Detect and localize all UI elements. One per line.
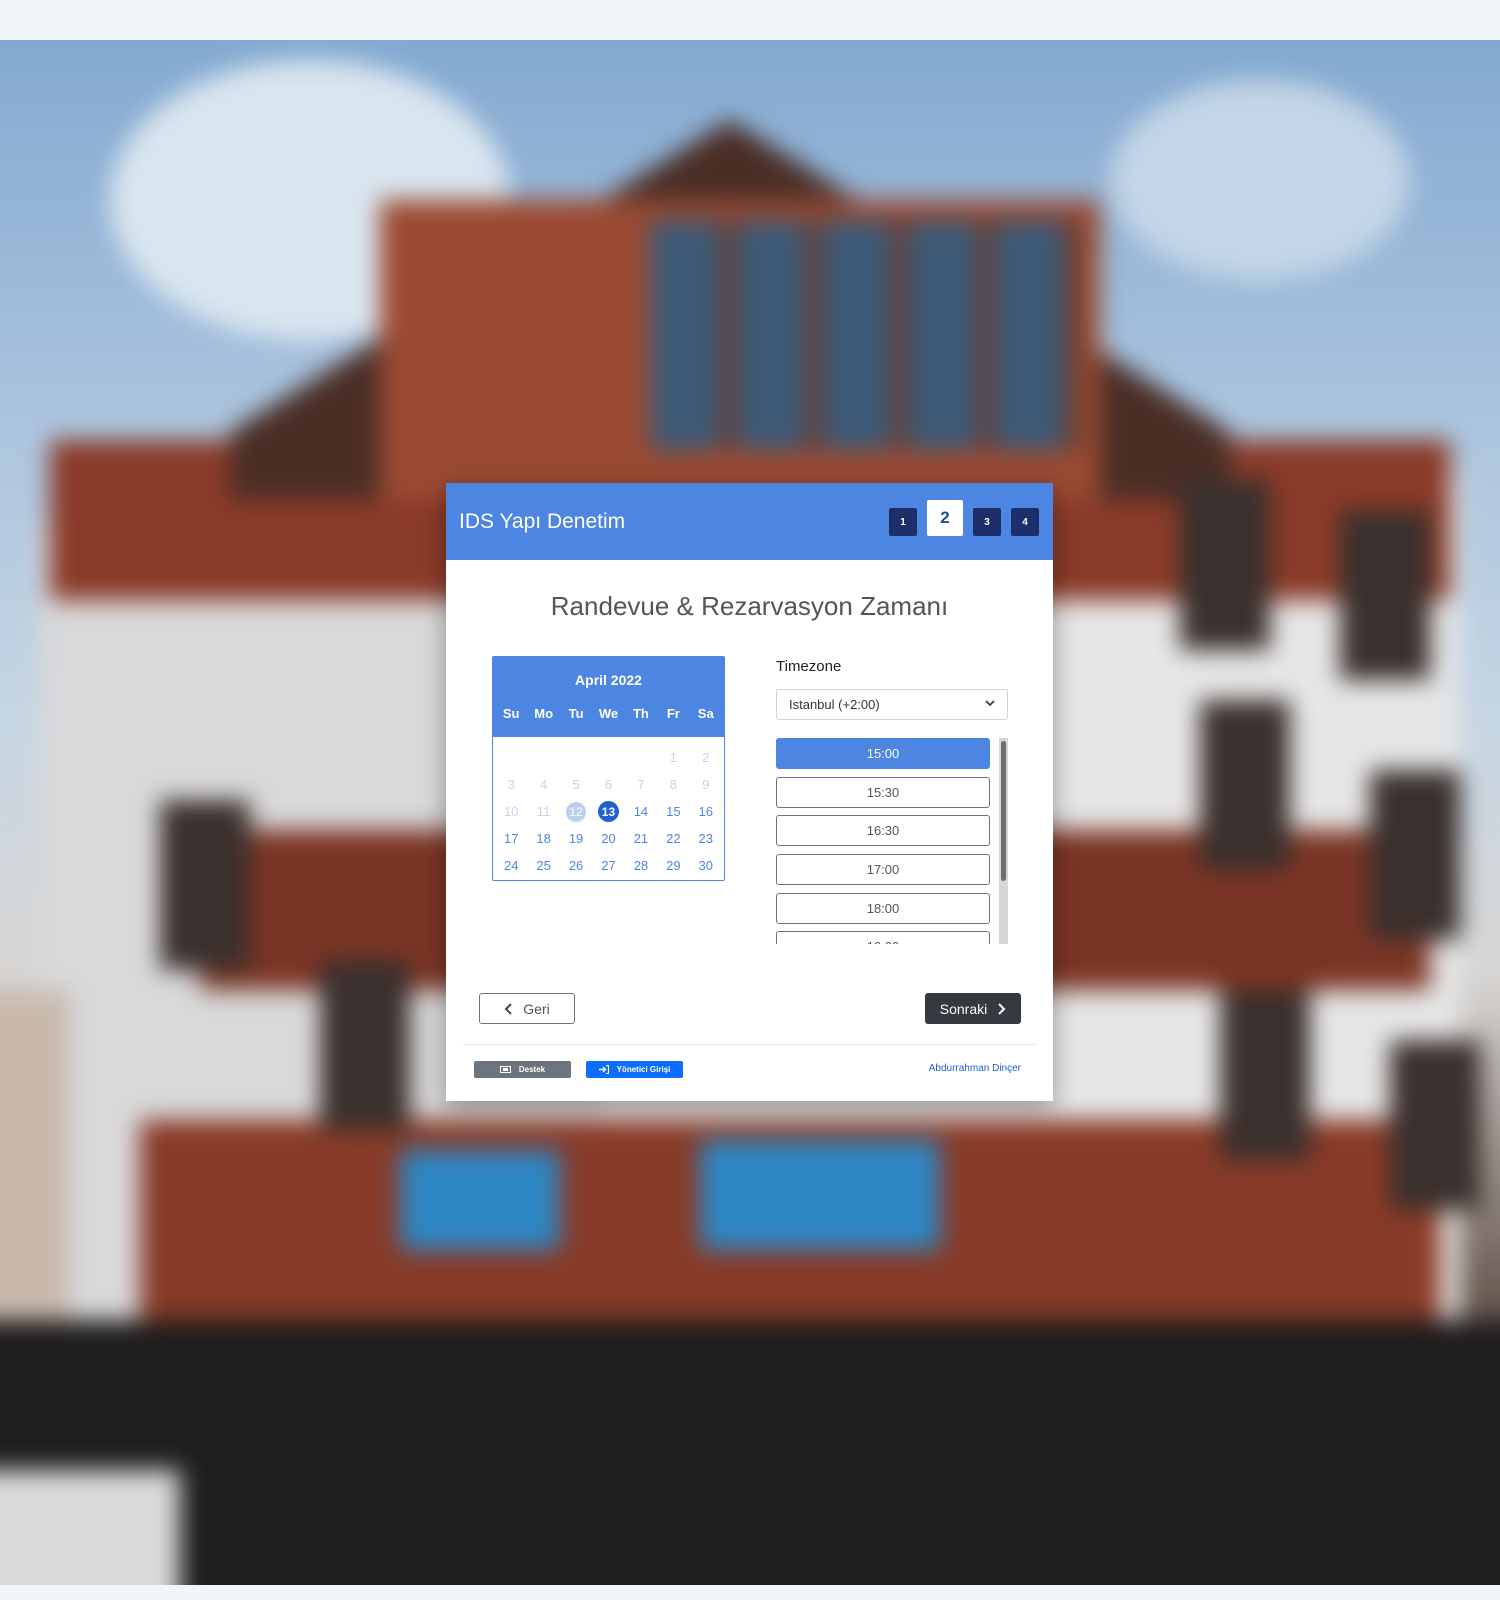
chevron-right-icon	[997, 1002, 1006, 1015]
calendar-day[interactable]: 26	[560, 852, 592, 879]
calendar-day: 6	[604, 777, 613, 792]
calendar-day[interactable]: 12	[560, 798, 592, 825]
calendar-day-empty	[527, 744, 559, 771]
calendar-days: 1 2 3 4 5 6 7 8 9 10 11 12 13 14 15 16 17 18 19 20 21 22 23 24 2…	[493, 737, 724, 879]
time-slot[interactable]: 18:00	[776, 892, 990, 924]
admin-login-button[interactable]: Yönetici Girişi	[586, 1061, 683, 1078]
booking-wizard: IDS Yapı Denetim 1 2 3 4 Randevue & Reza…	[446, 483, 1053, 1101]
date-picker: April 2022 Su Mo Tu We Th Fr Sa 12345678…	[492, 656, 725, 881]
calendar-day[interactable]: 13	[592, 798, 624, 825]
scrollbar[interactable]	[999, 738, 1008, 944]
calendar-day: 4	[540, 777, 548, 792]
back-button[interactable]: Geri	[479, 993, 575, 1024]
step-indicator: 1 2 3 4	[879, 500, 1039, 536]
chevron-down-icon	[985, 698, 995, 711]
calendar-day[interactable]: 22	[657, 825, 689, 852]
calendar-day: 8	[669, 777, 677, 792]
calendar-day: 9	[702, 777, 710, 792]
calendar-day[interactable]: 21	[625, 825, 657, 852]
time-slot[interactable]: 16:30	[776, 815, 990, 847]
time-slot-list[interactable]: 15:00 15:30 16:30 17:00 18:00 19:00	[776, 738, 1008, 944]
brand-title: IDS Yapı Denetim	[459, 510, 626, 533]
weekday-label: Su	[502, 706, 520, 721]
calendar-day[interactable]: 30	[690, 852, 722, 879]
calendar-day[interactable]: 28	[625, 852, 657, 879]
weekday-label: Th	[632, 706, 649, 721]
calendar-day-label: 12	[566, 801, 587, 822]
calendar-day[interactable]: 19	[560, 825, 592, 852]
calendar-day[interactable]: 29	[657, 852, 689, 879]
calendar-day[interactable]: 18	[527, 825, 559, 852]
author-link[interactable]: Abdurrahman Dinçer	[929, 1063, 1021, 1074]
calendar-day-label: 13	[597, 801, 619, 822]
calendar-day: 7	[637, 777, 645, 792]
timezone-select[interactable]: Istanbul (+2:00)	[776, 689, 1008, 720]
calendar-day[interactable]: 17	[495, 825, 527, 852]
back-label: Geri	[523, 1000, 550, 1017]
calendar-day: 2	[702, 750, 710, 765]
time-slot[interactable]: 15:30	[776, 776, 990, 808]
calendar-day[interactable]: 23	[690, 825, 722, 852]
chevron-left-icon	[504, 1002, 513, 1015]
calendar-day[interactable]: 20	[592, 825, 624, 852]
next-label: Sonraki	[939, 1000, 988, 1017]
weekday-label: Fr	[666, 706, 680, 721]
step-1[interactable]: 1	[889, 508, 917, 536]
calendar-day[interactable]: 16	[690, 798, 722, 825]
footer-divider	[463, 1044, 1036, 1045]
support-label: Destek	[518, 1065, 546, 1074]
calendar-day: 10	[503, 804, 519, 819]
page-title: Randevue & Rezarvasyon Zamanı	[550, 591, 949, 621]
admin-label: Yönetici Girişi	[616, 1065, 671, 1074]
wizard-header: IDS Yapı Denetim 1 2 3 4	[446, 483, 1053, 560]
calendar-day[interactable]: 15	[657, 798, 689, 825]
calendar-day[interactable]: 14	[625, 798, 657, 825]
calendar-day-empty	[560, 744, 592, 771]
scrollbar-thumb[interactable]	[1001, 741, 1006, 881]
support-button[interactable]: Destek	[474, 1061, 571, 1078]
calendar-day: 11	[536, 804, 551, 819]
calendar-day-empty	[495, 744, 527, 771]
calendar-day: 3	[507, 777, 515, 792]
calendar-header: April 2022 Su Mo Tu We Th Fr Sa	[493, 657, 724, 737]
step-2-active[interactable]: 2	[927, 500, 963, 536]
timezone-label: Timezone	[776, 658, 842, 675]
calendar-day: 5	[572, 777, 580, 792]
calendar-day: 1	[669, 750, 677, 765]
weekday-label: Mo	[534, 706, 554, 721]
step-4[interactable]: 4	[1011, 508, 1039, 536]
weekday-label: Sa	[697, 706, 714, 721]
weekday-label: We	[598, 706, 619, 721]
timezone-value: Istanbul (+2:00)	[789, 697, 880, 712]
weekday-row: Su Mo Tu We Th Fr Sa	[493, 706, 724, 721]
next-button[interactable]: Sonraki	[925, 993, 1021, 1024]
calendar-month-label[interactable]: April 2022	[493, 657, 724, 699]
calendar-day[interactable]: 25	[527, 852, 559, 879]
time-slot-selected[interactable]: 15:00	[776, 738, 990, 769]
sign-in-icon	[598, 1065, 609, 1074]
weekday-label: Tu	[568, 706, 584, 721]
calendar-day-empty	[625, 744, 657, 771]
ticket-icon	[499, 1066, 511, 1073]
calendar-day[interactable]: 27	[592, 852, 624, 879]
time-slot[interactable]: 19:00	[776, 931, 990, 944]
step-3[interactable]: 3	[973, 508, 1001, 536]
calendar-day[interactable]: 24	[495, 852, 527, 879]
calendar-day-empty	[592, 744, 624, 771]
time-slot[interactable]: 17:00	[776, 854, 990, 886]
